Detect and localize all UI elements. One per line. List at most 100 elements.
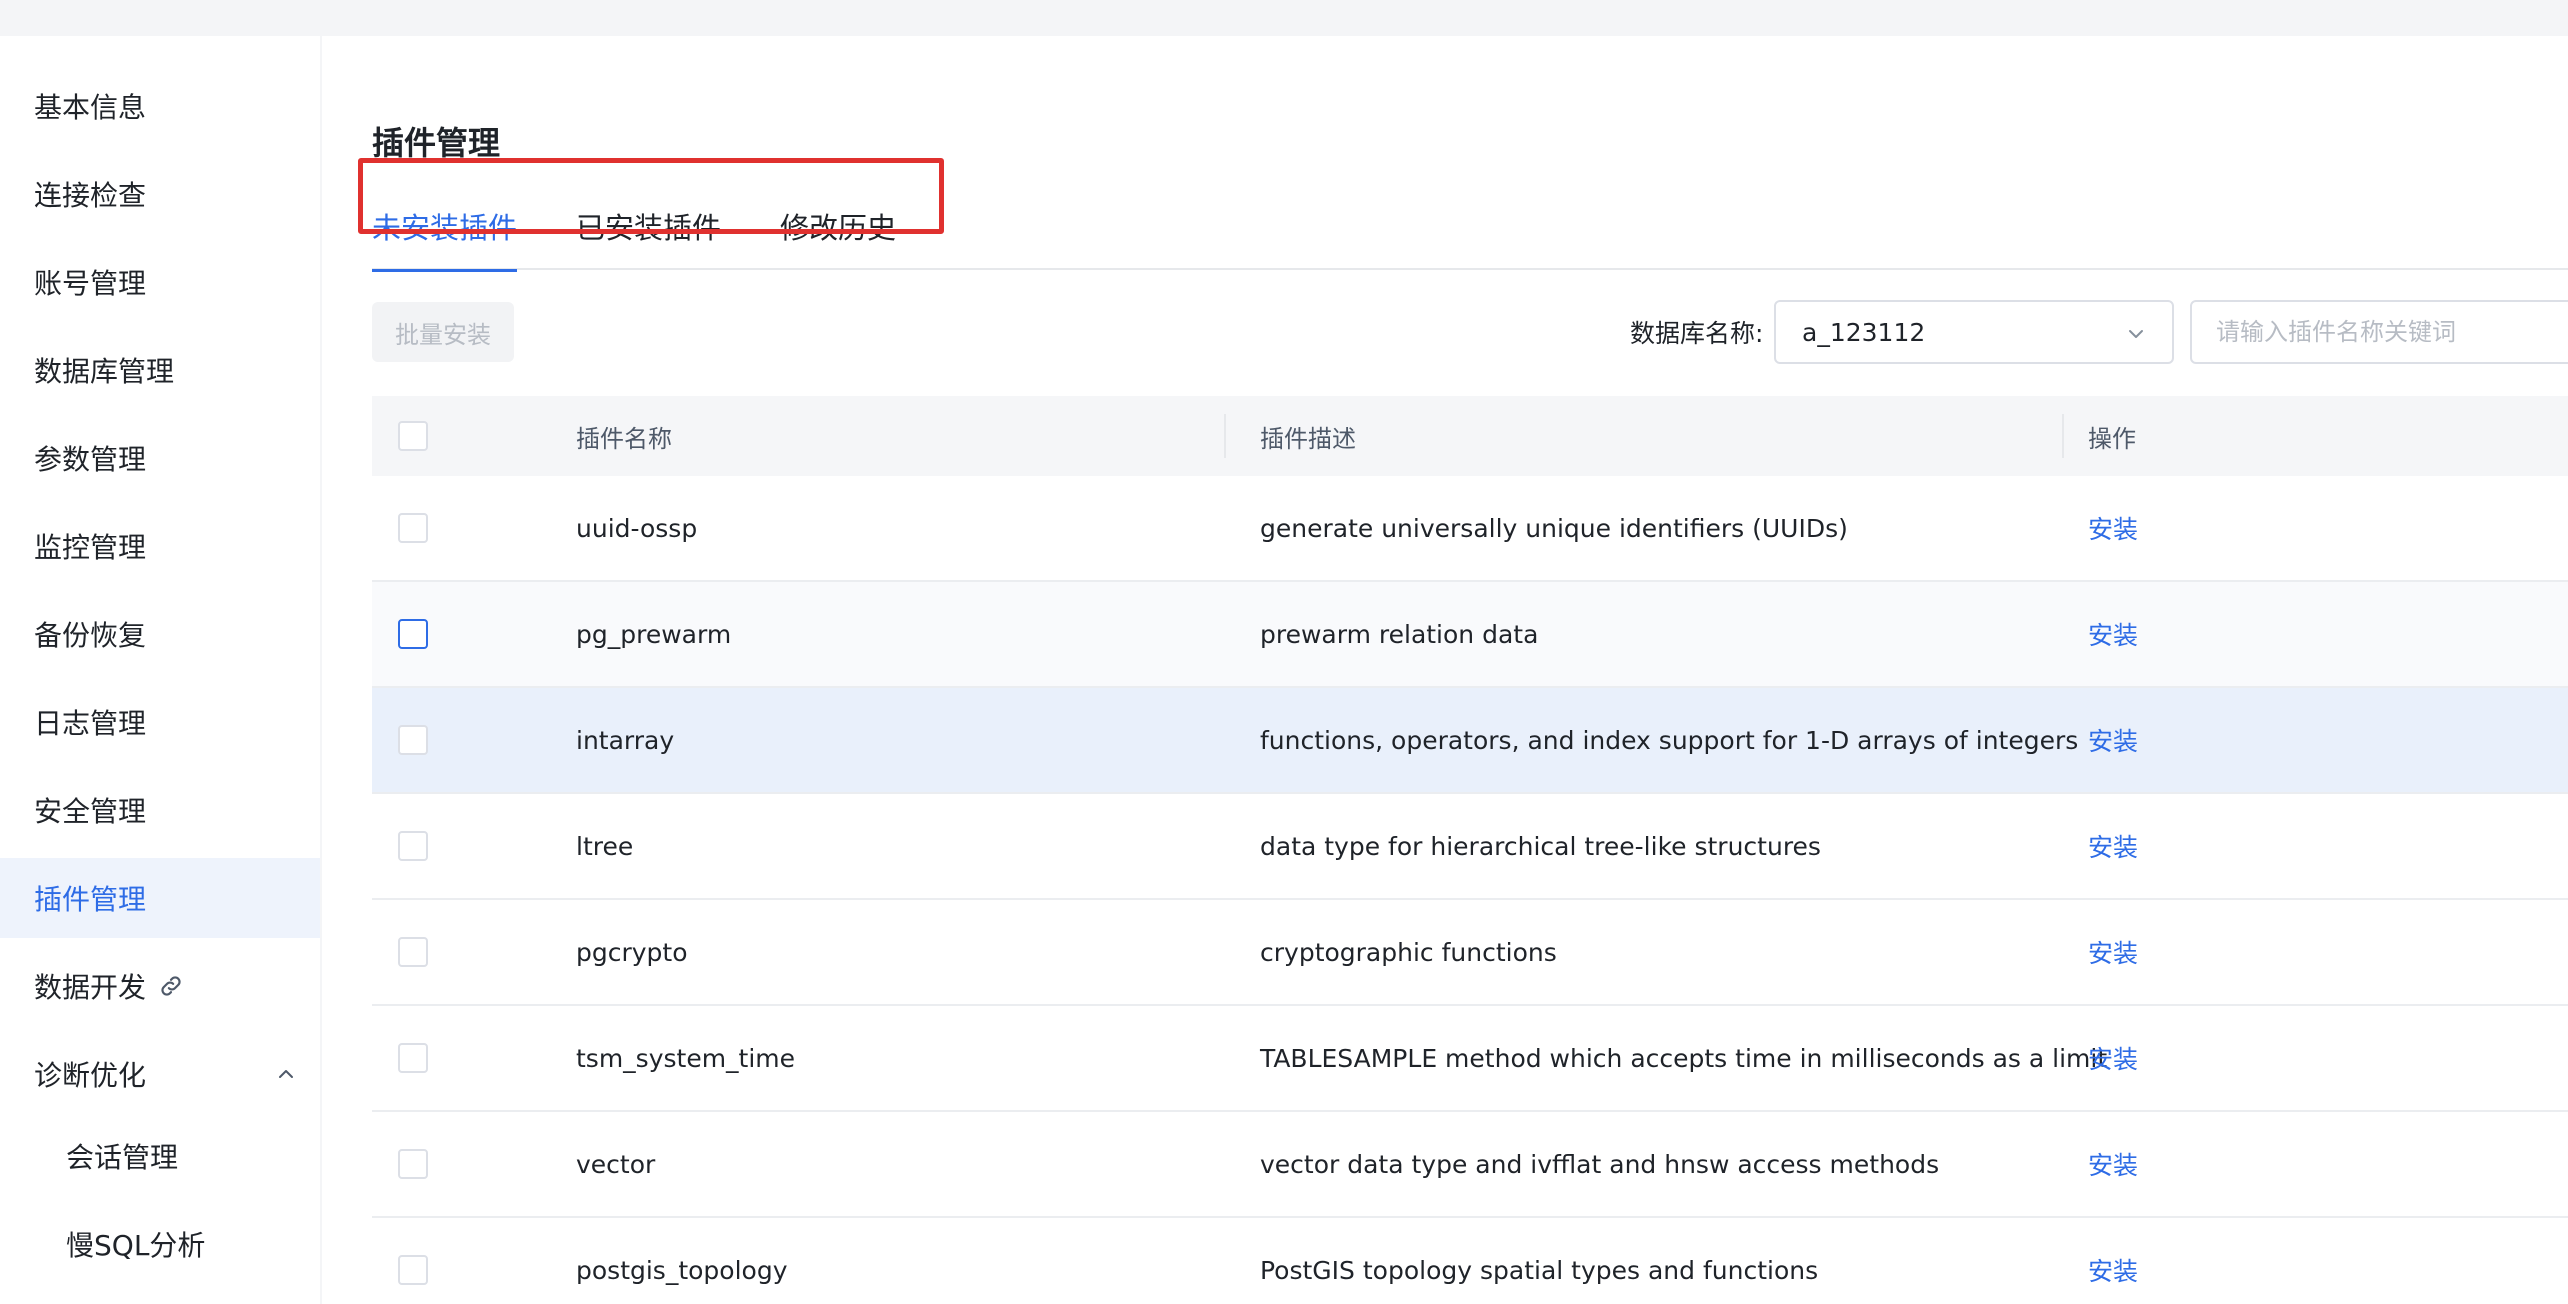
plugin-desc: generate universally unique identifiers …: [1260, 513, 1848, 543]
tab-uninstalled[interactable]: 未安装插件: [372, 182, 518, 272]
batch-install-button[interactable]: 批量安装: [372, 302, 514, 362]
table-row: postgis_topology PostGIS topology spatia…: [372, 1218, 2568, 1304]
install-link[interactable]: 安装: [2088, 794, 2138, 898]
sidebar-item-label: 会话管理: [66, 1141, 179, 1174]
header-plugin-desc: 插件描述: [1260, 424, 1356, 453]
sidebar-item-diagnostics[interactable]: 诊断优化: [0, 1034, 320, 1114]
sidebar-item-parameters[interactable]: 参数管理: [0, 418, 320, 498]
row-checkbox[interactable]: [398, 725, 428, 755]
tab-installed[interactable]: 已安装插件: [576, 182, 721, 270]
header-operation: 操作: [2088, 424, 2136, 453]
sidebar-item-label: 日志管理: [34, 707, 147, 740]
table-row: intarray functions, operators, and index…: [372, 688, 2568, 794]
plugin-search-input[interactable]: [2190, 300, 2568, 364]
row-check-cell: [398, 1218, 428, 1304]
sidebar-item-slow-sql[interactable]: 慢SQL分析: [0, 1204, 320, 1284]
db-name-select[interactable]: a_123112: [1774, 300, 2174, 364]
sidebar-item-label: 数据开发: [34, 971, 147, 1004]
table-row: tsm_system_time TABLESAMPLE method which…: [372, 1006, 2568, 1112]
column-divider: [1224, 414, 1226, 458]
install-link[interactable]: 安装: [2088, 476, 2138, 580]
row-checkbox[interactable]: [398, 513, 428, 543]
table-row: uuid-ossp generate universally unique id…: [372, 476, 2568, 582]
plugin-desc: vector data type and ivfflat and hnsw ac…: [1260, 1149, 1940, 1179]
sidebar-item-label: 备份恢复: [34, 619, 147, 652]
sidebar-item-label: 慢SQL分析: [66, 1229, 206, 1262]
sidebar-item-label: 监控管理: [34, 531, 147, 564]
sidebar-item-logs[interactable]: 日志管理: [0, 682, 320, 762]
sidebar-item-label: 诊断优化: [34, 1059, 147, 1092]
tab-history[interactable]: 修改历史: [780, 182, 896, 270]
sidebar-item-data-dev[interactable]: 数据开发: [0, 946, 320, 1026]
row-check-cell: [398, 582, 428, 686]
install-link[interactable]: 安装: [2088, 1218, 2138, 1304]
plugin-desc: functions, operators, and index support …: [1260, 725, 2079, 755]
sidebar-item-connection-check[interactable]: 连接检查: [0, 154, 320, 234]
row-checkbox[interactable]: [398, 1149, 428, 1179]
row-checkbox[interactable]: [398, 1043, 428, 1073]
db-name-value: a_123112: [1802, 317, 1926, 347]
sidebar-item-backup[interactable]: 备份恢复: [0, 594, 320, 674]
header-plugin-name: 插件名称: [576, 424, 672, 453]
plugin-name: pg_prewarm: [576, 619, 732, 649]
table-row: pg_prewarm prewarm relation data 安装: [372, 582, 2568, 688]
row-check-cell: [398, 476, 428, 580]
plugin-name: pgcrypto: [576, 937, 688, 967]
column-divider: [2062, 414, 2064, 458]
row-check-cell: [398, 1112, 428, 1216]
sidebar: 基本信息 连接检查 账号管理 数据库管理 参数管理 监控管理 备份恢复 日志管理…: [0, 36, 320, 1304]
header-check-cell: [398, 396, 428, 476]
install-link[interactable]: 安装: [2088, 688, 2138, 792]
plugin-desc: prewarm relation data: [1260, 619, 1539, 649]
sidebar-item-sessions[interactable]: 会话管理: [0, 1116, 320, 1196]
plugin-name: uuid-ossp: [576, 513, 698, 543]
row-checkbox[interactable]: [398, 619, 428, 649]
table-header: 插件名称 插件描述 操作: [372, 396, 2568, 476]
sidebar-item-basic-info[interactable]: 基本信息: [0, 66, 320, 146]
row-check-cell: [398, 688, 428, 792]
install-link[interactable]: 安装: [2088, 582, 2138, 686]
install-link[interactable]: 安装: [2088, 1112, 2138, 1216]
plugin-name: intarray: [576, 725, 675, 755]
table-row: vector vector data type and ivfflat and …: [372, 1112, 2568, 1218]
db-name-label: 数据库名称:: [1630, 319, 1764, 348]
install-link[interactable]: 安装: [2088, 900, 2138, 1004]
sidebar-item-monitoring[interactable]: 监控管理: [0, 506, 320, 586]
install-link[interactable]: 安装: [2088, 1006, 2138, 1110]
sidebar-item-label: 基本信息: [34, 91, 147, 124]
tab-bar: 未安装插件 已安装插件 修改历史: [372, 182, 2568, 272]
row-checkbox[interactable]: [398, 831, 428, 861]
table-row: ltree data type for hierarchical tree-li…: [372, 794, 2568, 900]
sidebar-item-accounts[interactable]: 账号管理: [0, 242, 320, 322]
plugin-name: vector: [576, 1149, 656, 1179]
sidebar-item-security[interactable]: 安全管理: [0, 770, 320, 850]
sidebar-item-plugins[interactable]: 插件管理: [0, 858, 320, 938]
plugin-name: ltree: [576, 831, 634, 861]
sidebar-item-label: 参数管理: [34, 443, 147, 476]
chevron-down-icon: [2129, 330, 2143, 338]
sidebar-item-label: 连接检查: [34, 179, 147, 212]
row-check-cell: [398, 1006, 428, 1110]
plugin-desc: data type for hierarchical tree-like str…: [1260, 831, 1821, 861]
sidebar-item-label: 插件管理: [34, 883, 147, 916]
table-row: pgcrypto cryptographic functions 安装: [372, 900, 2568, 1006]
plugin-desc: TABLESAMPLE method which accepts time in…: [1260, 1043, 2108, 1073]
main-panel: 插件管理 未安装插件 已安装插件 修改历史 批量安装 数据库名称: a_1231…: [322, 36, 2568, 1304]
row-check-cell: [398, 900, 428, 1004]
plugin-table: 插件名称 插件描述 操作 uuid-ossp generate universa…: [372, 396, 2568, 1304]
select-all-checkbox[interactable]: [398, 421, 428, 451]
plugin-name: postgis_topology: [576, 1255, 788, 1285]
plugin-desc: PostGIS topology spatial types and funct…: [1260, 1255, 1819, 1285]
page-title: 插件管理: [372, 124, 501, 162]
chevron-up-icon[interactable]: [274, 1062, 298, 1086]
row-checkbox[interactable]: [398, 1255, 428, 1285]
sidebar-item-label: 账号管理: [34, 267, 147, 300]
plugin-name: tsm_system_time: [576, 1043, 796, 1073]
row-checkbox[interactable]: [398, 937, 428, 967]
row-check-cell: [398, 794, 428, 898]
sidebar-item-label: 数据库管理: [34, 355, 175, 388]
sidebar-item-label: 安全管理: [34, 795, 147, 828]
sidebar-item-databases[interactable]: 数据库管理: [0, 330, 320, 410]
plugin-desc: cryptographic functions: [1260, 937, 1557, 967]
link-icon: [161, 976, 181, 996]
